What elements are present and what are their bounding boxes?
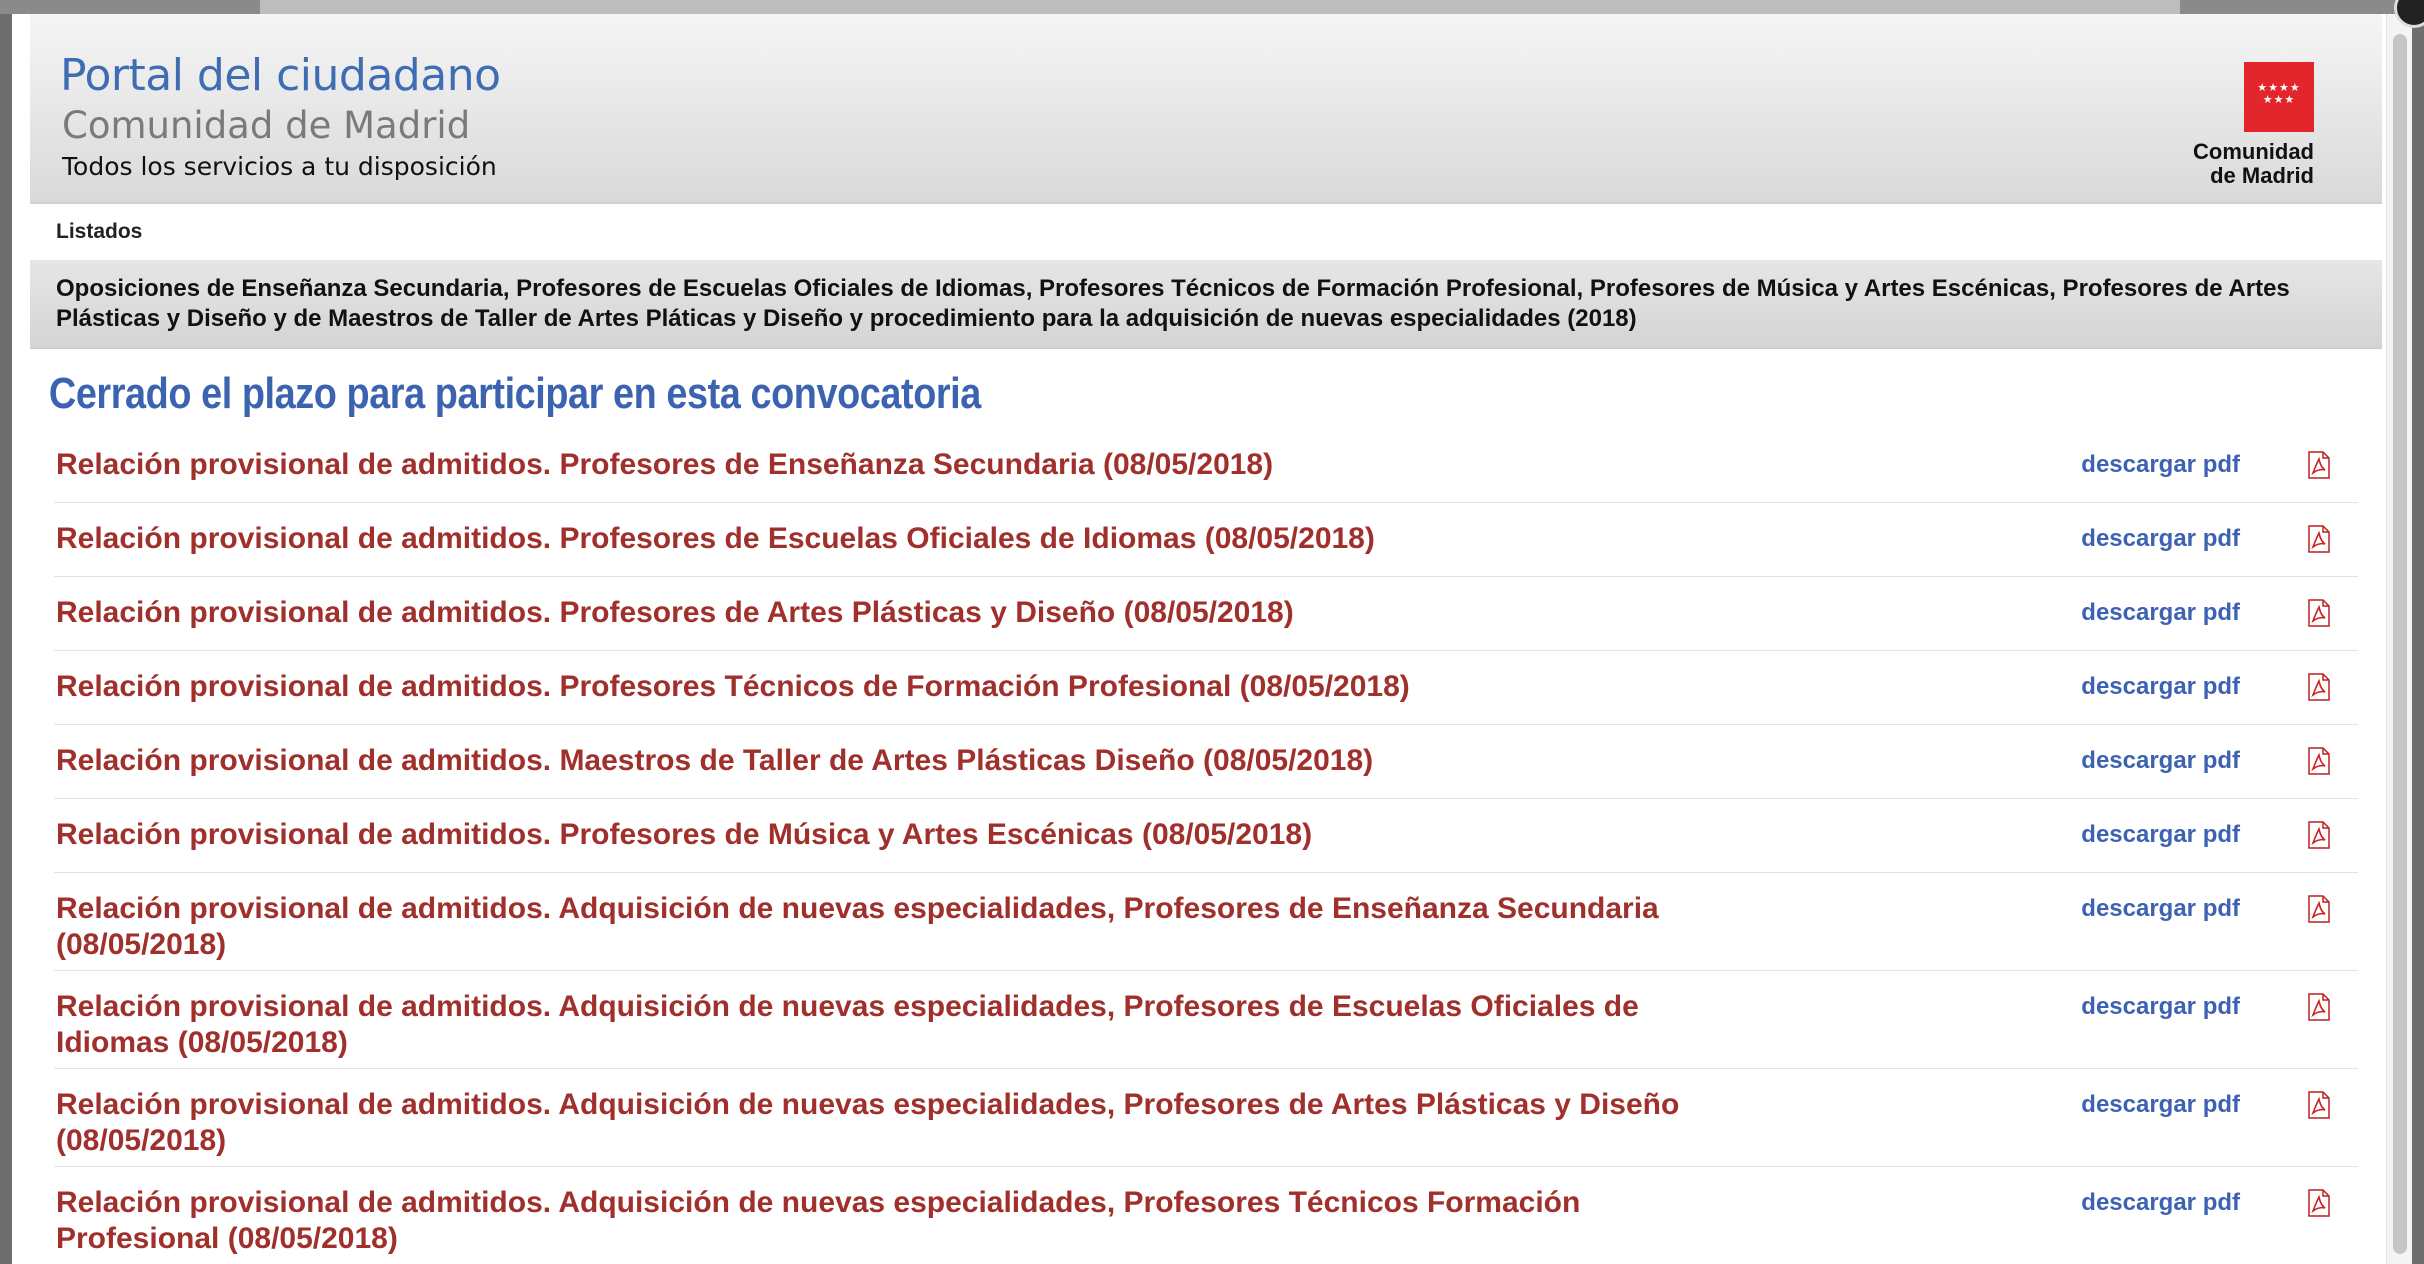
flag-stars: ★★★★ ★★★ (2257, 82, 2301, 106)
list-item: Relación provisional de admitidos. Adqui… (54, 971, 2358, 1069)
document-title-link[interactable]: Relación provisional de admitidos. Profe… (54, 651, 1694, 705)
list-item: Relación provisional de admitidos. Profe… (54, 503, 2358, 577)
portal-title[interactable]: Portal del ciudadano (60, 50, 501, 101)
document-title-link[interactable]: Relación provisional de admitidos. Maest… (54, 725, 1694, 779)
download-pdf-link[interactable]: descargar pdf (2081, 673, 2240, 701)
list-item: Relación provisional de admitidos. Adqui… (54, 873, 2358, 971)
download-pdf-link[interactable]: descargar pdf (2081, 451, 2240, 479)
pdf-icon[interactable] (2308, 993, 2330, 1021)
pdf-icon[interactable] (2308, 747, 2330, 775)
madrid-flag-icon: ★★★★ ★★★ (2244, 62, 2314, 132)
document-title-link[interactable]: Relación provisional de admitidos. Adqui… (54, 873, 1694, 963)
list-item: Relación provisional de admitidos. Profe… (54, 429, 2358, 503)
pdf-icon[interactable] (2308, 1189, 2330, 1217)
page-content: Portal del ciudadano Comunidad de Madrid… (30, 14, 2382, 1264)
document-title-link[interactable]: Relación provisional de admitidos. Profe… (54, 799, 1694, 853)
list-item: Relación provisional de admitidos. Profe… (54, 651, 2358, 725)
download-pdf-link[interactable]: descargar pdf (2081, 1091, 2240, 1119)
list-item: Relación provisional de admitidos. Maest… (54, 725, 2358, 799)
portal-header: Portal del ciudadano Comunidad de Madrid… (30, 14, 2382, 204)
list-item: Relación provisional de admitidos. Profe… (54, 799, 2358, 873)
convocatoria-title: Oposiciones de Enseñanza Secundaria, Pro… (30, 260, 2382, 349)
download-pdf-link[interactable]: descargar pdf (2081, 599, 2240, 627)
document-title-link[interactable]: Relación provisional de admitidos. Adqui… (54, 971, 1694, 1061)
list-item: Relación provisional de admitidos. Profe… (54, 577, 2358, 651)
pdf-icon[interactable] (2308, 1091, 2330, 1119)
list-item: Relación provisional de admitidos. Adqui… (54, 1069, 2358, 1167)
pdf-icon[interactable] (2308, 821, 2330, 849)
modal-frame: Portal del ciudadano Comunidad de Madrid… (12, 14, 2412, 1264)
pdf-icon[interactable] (2308, 599, 2330, 627)
document-list: Relación provisional de admitidos. Profe… (30, 429, 2382, 1264)
scrollbar-thumb[interactable] (2393, 34, 2407, 1254)
download-pdf-link[interactable]: descargar pdf (2081, 747, 2240, 775)
list-item: Relación provisional de admitidos. Adqui… (54, 1167, 2358, 1264)
pdf-icon[interactable] (2308, 895, 2330, 923)
document-title-link[interactable]: Relación provisional de admitidos. Adqui… (54, 1069, 1694, 1159)
scrollbar[interactable] (2386, 14, 2412, 1264)
document-title-link[interactable]: Relación provisional de admitidos. Profe… (54, 577, 1694, 631)
document-title-link[interactable]: Relación provisional de admitidos. Profe… (54, 429, 1694, 483)
window-top-bar-highlight (260, 0, 2180, 14)
portal-subtitle: Comunidad de Madrid (62, 104, 471, 147)
comunidad-madrid-logo[interactable]: ★★★★ ★★★ Comunidad de Madrid (2174, 62, 2314, 188)
portal-tagline: Todos los servicios a tu disposición (62, 152, 497, 181)
listados-label: Listados (30, 204, 2382, 260)
status-heading: Cerrado el plazo para participar en esta… (48, 369, 981, 418)
pdf-icon[interactable] (2308, 451, 2330, 479)
download-pdf-link[interactable]: descargar pdf (2081, 1189, 2240, 1217)
logo-name: Comunidad de Madrid (2174, 140, 2314, 188)
logo-name-line-1: Comunidad (2193, 139, 2314, 164)
window-top-bar (0, 0, 2424, 14)
logo-name-line-2: de Madrid (2210, 163, 2314, 188)
download-pdf-link[interactable]: descargar pdf (2081, 525, 2240, 553)
download-pdf-link[interactable]: descargar pdf (2081, 821, 2240, 849)
download-pdf-link[interactable]: descargar pdf (2081, 895, 2240, 923)
document-title-link[interactable]: Relación provisional de admitidos. Profe… (54, 503, 1694, 557)
pdf-icon[interactable] (2308, 673, 2330, 701)
download-pdf-link[interactable]: descargar pdf (2081, 993, 2240, 1021)
document-title-link[interactable]: Relación provisional de admitidos. Adqui… (54, 1167, 1694, 1257)
pdf-icon[interactable] (2308, 525, 2330, 553)
